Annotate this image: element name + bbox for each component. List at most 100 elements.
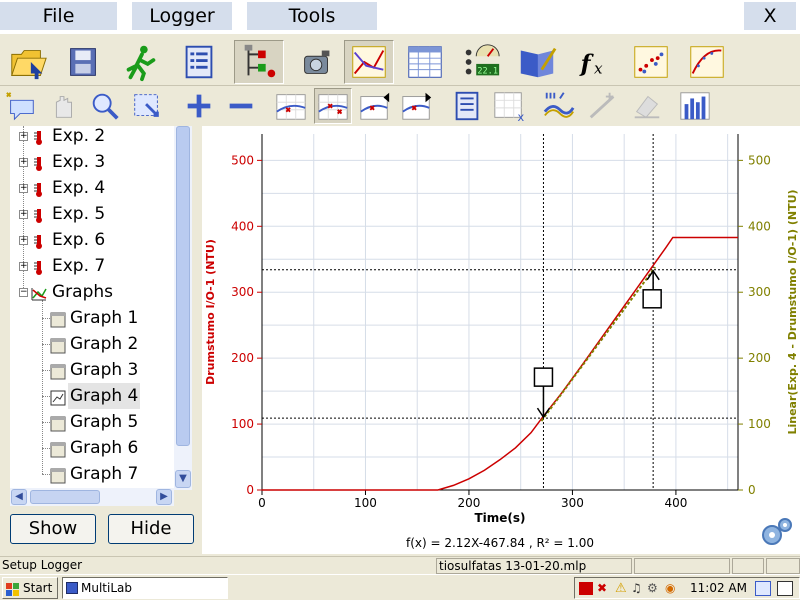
expand-icon[interactable]: +: [19, 210, 28, 219]
tree-item-exp[interactable]: + Exp. 5: [10, 201, 178, 227]
tree-horizontal-scrollbar[interactable]: ◀ ▶: [10, 488, 174, 506]
axis-x-icon[interactable]: x: [490, 88, 528, 124]
series-line-drumstumo: [262, 236, 738, 491]
open-folder-icon[interactable]: [3, 40, 53, 84]
show-button[interactable]: Show: [10, 514, 96, 544]
legend-icon[interactable]: [448, 88, 486, 124]
taskbar-item-multilab[interactable]: MultiLab: [62, 577, 228, 599]
expand-icon[interactable]: +: [19, 236, 28, 245]
taskbar-item-label: MultiLab: [81, 581, 132, 595]
tree-item-label: Graph 7: [70, 464, 139, 484]
tree-item-label: Graph 5: [70, 412, 139, 432]
comment-icon[interactable]: [2, 88, 40, 124]
smooth-icon[interactable]: [540, 88, 578, 124]
meter-icon[interactable]: 22.1: [456, 40, 506, 84]
tree-item-label: Exp. 3: [52, 152, 106, 172]
scroll-thumb[interactable]: [176, 126, 190, 446]
graph-toolbar: x: [0, 86, 800, 126]
tree-item-exp[interactable]: + Exp. 7: [10, 253, 178, 279]
notebook-icon[interactable]: [512, 40, 562, 84]
add-cursor-icon[interactable]: [314, 88, 352, 124]
histogram-icon[interactable]: [676, 88, 714, 124]
graph-page-icon: [50, 466, 66, 490]
graph-icon[interactable]: [344, 40, 394, 84]
hscroll-thumb[interactable]: [30, 490, 100, 504]
zoom-box-icon[interactable]: [128, 88, 166, 124]
power-icon[interactable]: ⚙: [647, 581, 658, 595]
start-button[interactable]: Start: [2, 577, 58, 599]
hand-pan-icon[interactable]: [44, 88, 82, 124]
tree-item-graph[interactable]: Graph 7: [10, 461, 178, 487]
prev-cursor-icon[interactable]: [356, 88, 394, 124]
derivative-icon[interactable]: [584, 88, 622, 124]
expand-icon[interactable]: +: [19, 262, 28, 271]
tree-item-label: Exp. 2: [52, 126, 106, 146]
antenna-icon[interactable]: ◉: [665, 581, 675, 595]
close-button[interactable]: X: [744, 2, 796, 30]
tree-item-graph[interactable]: Graph 2: [10, 331, 178, 357]
plus-icon[interactable]: [180, 88, 218, 124]
system-tray: ✖ ⚠ ♫ ⚙ ◉ 11:02 AM: [574, 577, 800, 599]
y-tick-label-left: 400: [231, 219, 254, 233]
explorer-panel: + Exp. 2 + Exp. 3 + Exp. 4 + Exp. 5 + Exp. 6 + Exp.…: [0, 126, 202, 552]
expand-icon[interactable]: +: [19, 132, 28, 141]
table-icon[interactable]: [400, 40, 450, 84]
logger-menu[interactable]: Logger: [132, 2, 232, 30]
tree-item-label: Graph 1: [70, 308, 139, 328]
function-icon[interactable]: fx: [570, 40, 620, 84]
tree-item-exp[interactable]: + Exp. 2: [10, 126, 178, 149]
scroll-right-icon[interactable]: ▶: [156, 489, 172, 505]
network-icon[interactable]: [579, 582, 593, 595]
svg-text:x: x: [518, 110, 525, 123]
gear-icon[interactable]: [757, 515, 795, 551]
x-tick-label: 300: [561, 496, 584, 510]
expand-icon[interactable]: +: [19, 184, 28, 193]
tree-item-graph[interactable]: Graph 5: [10, 409, 178, 435]
next-cursor-icon[interactable]: [398, 88, 436, 124]
taskbar: Start MultiLab ✖ ⚠ ♫ ⚙ ◉ 11:02 AM: [0, 574, 800, 600]
experiment-tree[interactable]: + Exp. 2 + Exp. 3 + Exp. 4 + Exp. 5 + Exp. 6 + Exp.…: [10, 126, 192, 490]
svg-text:22.1: 22.1: [477, 66, 498, 76]
collapse-icon[interactable]: −: [19, 288, 28, 297]
minus-icon[interactable]: [222, 88, 260, 124]
tree-item-graph[interactable]: Graph 6: [10, 435, 178, 461]
graph-area[interactable]: 0 100 200 300 400 0 0 100 100 200 200 300 300 400 400 5…: [202, 126, 800, 554]
hide-button[interactable]: Hide: [108, 514, 194, 544]
save-disk-icon[interactable]: [58, 40, 108, 84]
cursor-marker-box: [533, 367, 554, 387]
tree-vertical-scrollbar[interactable]: ▼: [174, 126, 192, 490]
tree-item-graph[interactable]: Graph 1: [10, 305, 178, 331]
tree-item-graph[interactable]: Graph 3: [10, 357, 178, 383]
cursor-icon[interactable]: [272, 88, 310, 124]
scroll-left-icon[interactable]: ◀: [11, 489, 27, 505]
tree-item-exp[interactable]: + Exp. 6: [10, 227, 178, 253]
start-label: Start: [23, 581, 53, 595]
camera-icon[interactable]: [292, 40, 342, 84]
tree-item-label: Graphs: [52, 282, 114, 302]
fit-equation: f(x) = 2.12X-467.84 , R² = 1.00: [406, 536, 594, 550]
sensor-tree-icon[interactable]: [234, 40, 284, 84]
speaker-icon[interactable]: ♫: [631, 581, 642, 595]
scatter-icon[interactable]: [626, 40, 676, 84]
file-menu[interactable]: File: [0, 2, 117, 30]
tree-item-exp[interactable]: + Exp. 3: [10, 149, 178, 175]
curve-fit-icon[interactable]: [682, 40, 732, 84]
scroll-down-icon[interactable]: ▼: [175, 470, 191, 488]
zoom-icon[interactable]: [86, 88, 124, 124]
run-icon[interactable]: [116, 40, 166, 84]
list-icon[interactable]: [174, 40, 224, 84]
tree-item-exp[interactable]: + Exp. 4: [10, 175, 178, 201]
desktop-icon[interactable]: [755, 581, 771, 596]
windows-logo-icon: [6, 582, 19, 596]
tree-item-graphs[interactable]: − Graphs: [10, 279, 178, 305]
menu-bar: File Logger Tools X: [0, 0, 800, 34]
warning-icon[interactable]: ⚠: [615, 581, 627, 596]
tree-item-graph[interactable]: Graph 4: [10, 383, 178, 409]
tool-icon[interactable]: ✖: [597, 582, 611, 595]
chart[interactable]: 0 100 200 300 4000 0100 100200 200300 300400 4005…: [202, 126, 800, 554]
switch-window-icon[interactable]: [777, 581, 793, 596]
tools-menu[interactable]: Tools: [247, 2, 377, 30]
eraser-icon[interactable]: [628, 88, 666, 124]
tree-item-label: Exp. 4: [52, 178, 106, 198]
expand-icon[interactable]: +: [19, 158, 28, 167]
